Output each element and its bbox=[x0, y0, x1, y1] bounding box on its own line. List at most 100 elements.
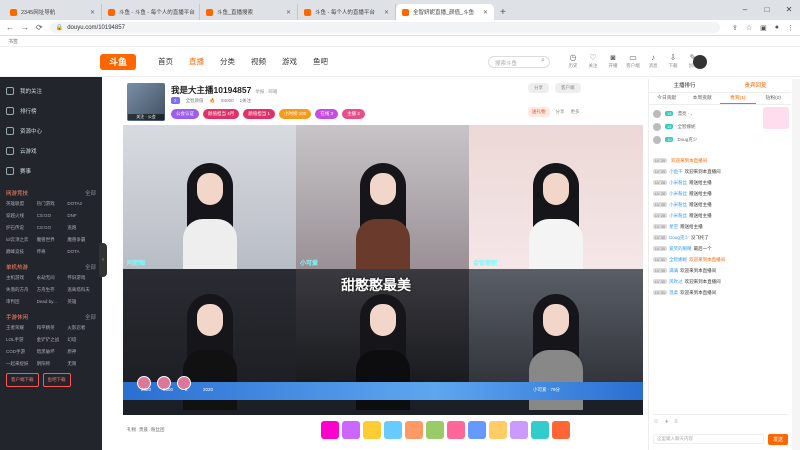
nav-video[interactable]: 视频 bbox=[251, 56, 266, 67]
sidebar-game[interactable]: 金铲铲之战 bbox=[37, 335, 66, 345]
tab-vip[interactable]: 贵宾回复 bbox=[720, 79, 791, 92]
browser-tab[interactable]: 斗鱼 - 每个人的直播平台 ✕ bbox=[298, 4, 396, 20]
gift-item[interactable] bbox=[509, 421, 528, 439]
browser-tab[interactable]: 斗鱼 - 斗鱼 - 每个人的直播平台✕ bbox=[102, 4, 200, 20]
sidebar-game[interactable]: 魔兽世界 bbox=[37, 235, 66, 245]
forward-icon[interactable]: → bbox=[21, 23, 29, 32]
sidebar-game[interactable]: 方舟生存 bbox=[37, 285, 66, 295]
sidebar-game[interactable]: 无限 bbox=[67, 359, 96, 369]
close-icon[interactable]: ✕ bbox=[483, 9, 488, 16]
gift-button[interactable]: 送礼物 bbox=[528, 107, 550, 117]
gift-item[interactable] bbox=[362, 421, 381, 439]
close-icon[interactable]: ✕ bbox=[286, 9, 291, 16]
gift-item[interactable] bbox=[551, 421, 570, 439]
star-icon[interactable]: ☆ bbox=[746, 24, 752, 32]
back-icon[interactable]: ← bbox=[6, 23, 14, 32]
sidebar-game[interactable]: lol云顶之弈 bbox=[6, 235, 35, 245]
tag[interactable]: 主播 2 bbox=[342, 109, 365, 119]
sidebar-game[interactable]: 魔兽争霸 bbox=[67, 235, 96, 245]
browser-tab[interactable]: 斗鱼_直播搜索 ✕ bbox=[200, 4, 298, 20]
new-tab-icon[interactable]: + bbox=[494, 4, 512, 20]
gift-item[interactable] bbox=[425, 421, 444, 439]
sidebar-game[interactable]: 逃跑 bbox=[67, 223, 96, 233]
browser-tab[interactable]: 2345网址导航 ✕ bbox=[4, 4, 102, 20]
share-icon[interactable]: ⇪ bbox=[732, 24, 738, 32]
sidebar-game[interactable]: 和平精英 bbox=[37, 323, 66, 333]
extensions-icon[interactable]: ▣ bbox=[760, 24, 767, 32]
sidebar-game[interactable]: COD手游 bbox=[6, 347, 35, 357]
client-button[interactable]: 客户端 bbox=[555, 83, 581, 93]
minimize-icon[interactable]: – bbox=[734, 0, 756, 20]
gift-item[interactable] bbox=[404, 421, 423, 439]
sidebar-item-resource[interactable]: 资源中心 bbox=[6, 121, 96, 141]
close-icon[interactable]: ✕ bbox=[90, 9, 95, 16]
sidebar-game[interactable]: CS:GO bbox=[37, 223, 66, 233]
sidebar-game[interactable]: 炉石传说 bbox=[6, 223, 35, 233]
sidebar-game[interactable]: 主机游戏 bbox=[6, 273, 35, 283]
sidebar-game[interactable]: 巅峰竞技 bbox=[6, 247, 35, 257]
anchor-avatar[interactable]: 关注 · 公会 bbox=[127, 83, 165, 121]
broadcast-button[interactable]: ◙ 开播 bbox=[606, 53, 620, 69]
tab-week[interactable]: 本周贡献 bbox=[685, 93, 721, 104]
chat-input[interactable]: 这里输入聊天内容 bbox=[653, 434, 764, 444]
video-player[interactable]: 阿肥咖 小可爱 金智娜妮 甜憨憨最美 2020 2000 2 2020 小可爱 … bbox=[123, 125, 643, 415]
rank-row[interactable]: 10 Doug克少 bbox=[653, 133, 787, 146]
sidebar-game[interactable]: 审判团 bbox=[6, 297, 35, 307]
gift-item[interactable] bbox=[320, 421, 339, 439]
sidebar-game[interactable]: DOTA bbox=[67, 247, 96, 257]
tab-today[interactable]: 今日贡献 bbox=[649, 93, 685, 104]
fans-badge-icon[interactable]: ♦ bbox=[665, 419, 668, 425]
share-link[interactable]: 分享 bbox=[556, 109, 565, 115]
history-button[interactable]: ◷ 历史 bbox=[566, 53, 580, 69]
nav-live[interactable]: 直播 bbox=[189, 56, 204, 67]
sidebar-game[interactable]: CS:GO bbox=[37, 211, 66, 221]
sidebar-game[interactable]: 幻塔 bbox=[67, 335, 96, 345]
tag[interactable]: 颜值担当 1 bbox=[243, 109, 276, 119]
client-download-button[interactable]: 客户端下载 bbox=[6, 373, 39, 387]
sidebar-game[interactable]: Dead by... bbox=[37, 297, 66, 307]
sidebar-game[interactable]: 逃离塔科夫 bbox=[67, 285, 96, 295]
emoji-icon[interactable]: ☺ bbox=[653, 419, 659, 425]
maximize-icon[interactable]: □ bbox=[756, 0, 778, 20]
avatar[interactable] bbox=[177, 376, 191, 390]
sidebar-item-esports[interactable]: 赛事 bbox=[6, 161, 96, 181]
gift-label[interactable]: 礼物 bbox=[127, 427, 136, 433]
sidebar-collapse-icon[interactable]: ‹ bbox=[99, 243, 107, 277]
sidebar-game[interactable]: 传奇 bbox=[37, 247, 66, 257]
browser-tab-active[interactable]: 全智妍妮直播_颜值_斗鱼 ✕ bbox=[396, 4, 494, 20]
sidebar-game[interactable]: 阴阳师 bbox=[37, 359, 66, 369]
sidebar-item-cloudgame[interactable]: 云游戏 bbox=[6, 141, 96, 161]
sidebar-game[interactable]: 热门游戏 bbox=[37, 199, 66, 209]
gift-item[interactable] bbox=[383, 421, 402, 439]
tag[interactable]: 在线 3 bbox=[315, 109, 339, 119]
sidebar-game[interactable]: DOTA2 bbox=[67, 199, 96, 209]
douyu-logo[interactable]: 斗鱼 bbox=[100, 53, 136, 70]
gift-item[interactable] bbox=[488, 421, 507, 439]
sidebar-game[interactable]: 穿越火线 bbox=[6, 211, 35, 221]
more-link[interactable]: 更多 bbox=[571, 109, 580, 115]
sidebar-game[interactable]: 失落的方舟 bbox=[6, 285, 35, 295]
gift-item[interactable] bbox=[446, 421, 465, 439]
url-field[interactable]: 🔒 douyu.com/10194857 bbox=[49, 22, 720, 33]
barrage-icon[interactable]: ≡ bbox=[674, 419, 678, 425]
follow-button[interactable]: ♡ 关注 bbox=[586, 53, 600, 69]
sidebar-item-follow[interactable]: 我的关注 bbox=[6, 81, 96, 101]
tab-anchor-rank[interactable]: 主播排行 bbox=[649, 79, 720, 92]
user-avatar[interactable] bbox=[693, 55, 707, 69]
message-button[interactable]: ♪ 消息 bbox=[646, 53, 660, 69]
sidebar-item-rank[interactable]: 排行榜 bbox=[6, 101, 96, 121]
sidebar-game[interactable]: 原神 bbox=[67, 347, 96, 357]
tab-vip-count[interactable]: 贵宾(1) bbox=[720, 93, 756, 104]
close-window-icon[interactable]: ✕ bbox=[778, 0, 800, 20]
tag[interactable]: 颜值担当 4月 bbox=[203, 109, 240, 119]
profile-icon[interactable]: ● bbox=[775, 24, 779, 32]
client-button[interactable]: ▭ 客户端 bbox=[626, 53, 640, 69]
sidebar-game[interactable]: 永劫无间 bbox=[37, 273, 66, 283]
close-icon[interactable]: ✕ bbox=[384, 9, 389, 16]
menu-icon[interactable]: ⋮ bbox=[787, 24, 794, 32]
sidebar-game[interactable]: 英雄 bbox=[67, 297, 96, 307]
tag[interactable]: 小时榜 100 bbox=[279, 109, 312, 119]
nav-fishbar[interactable]: 鱼吧 bbox=[313, 56, 328, 67]
page-scrollbar[interactable] bbox=[792, 79, 800, 450]
promo-banner[interactable] bbox=[763, 107, 789, 129]
